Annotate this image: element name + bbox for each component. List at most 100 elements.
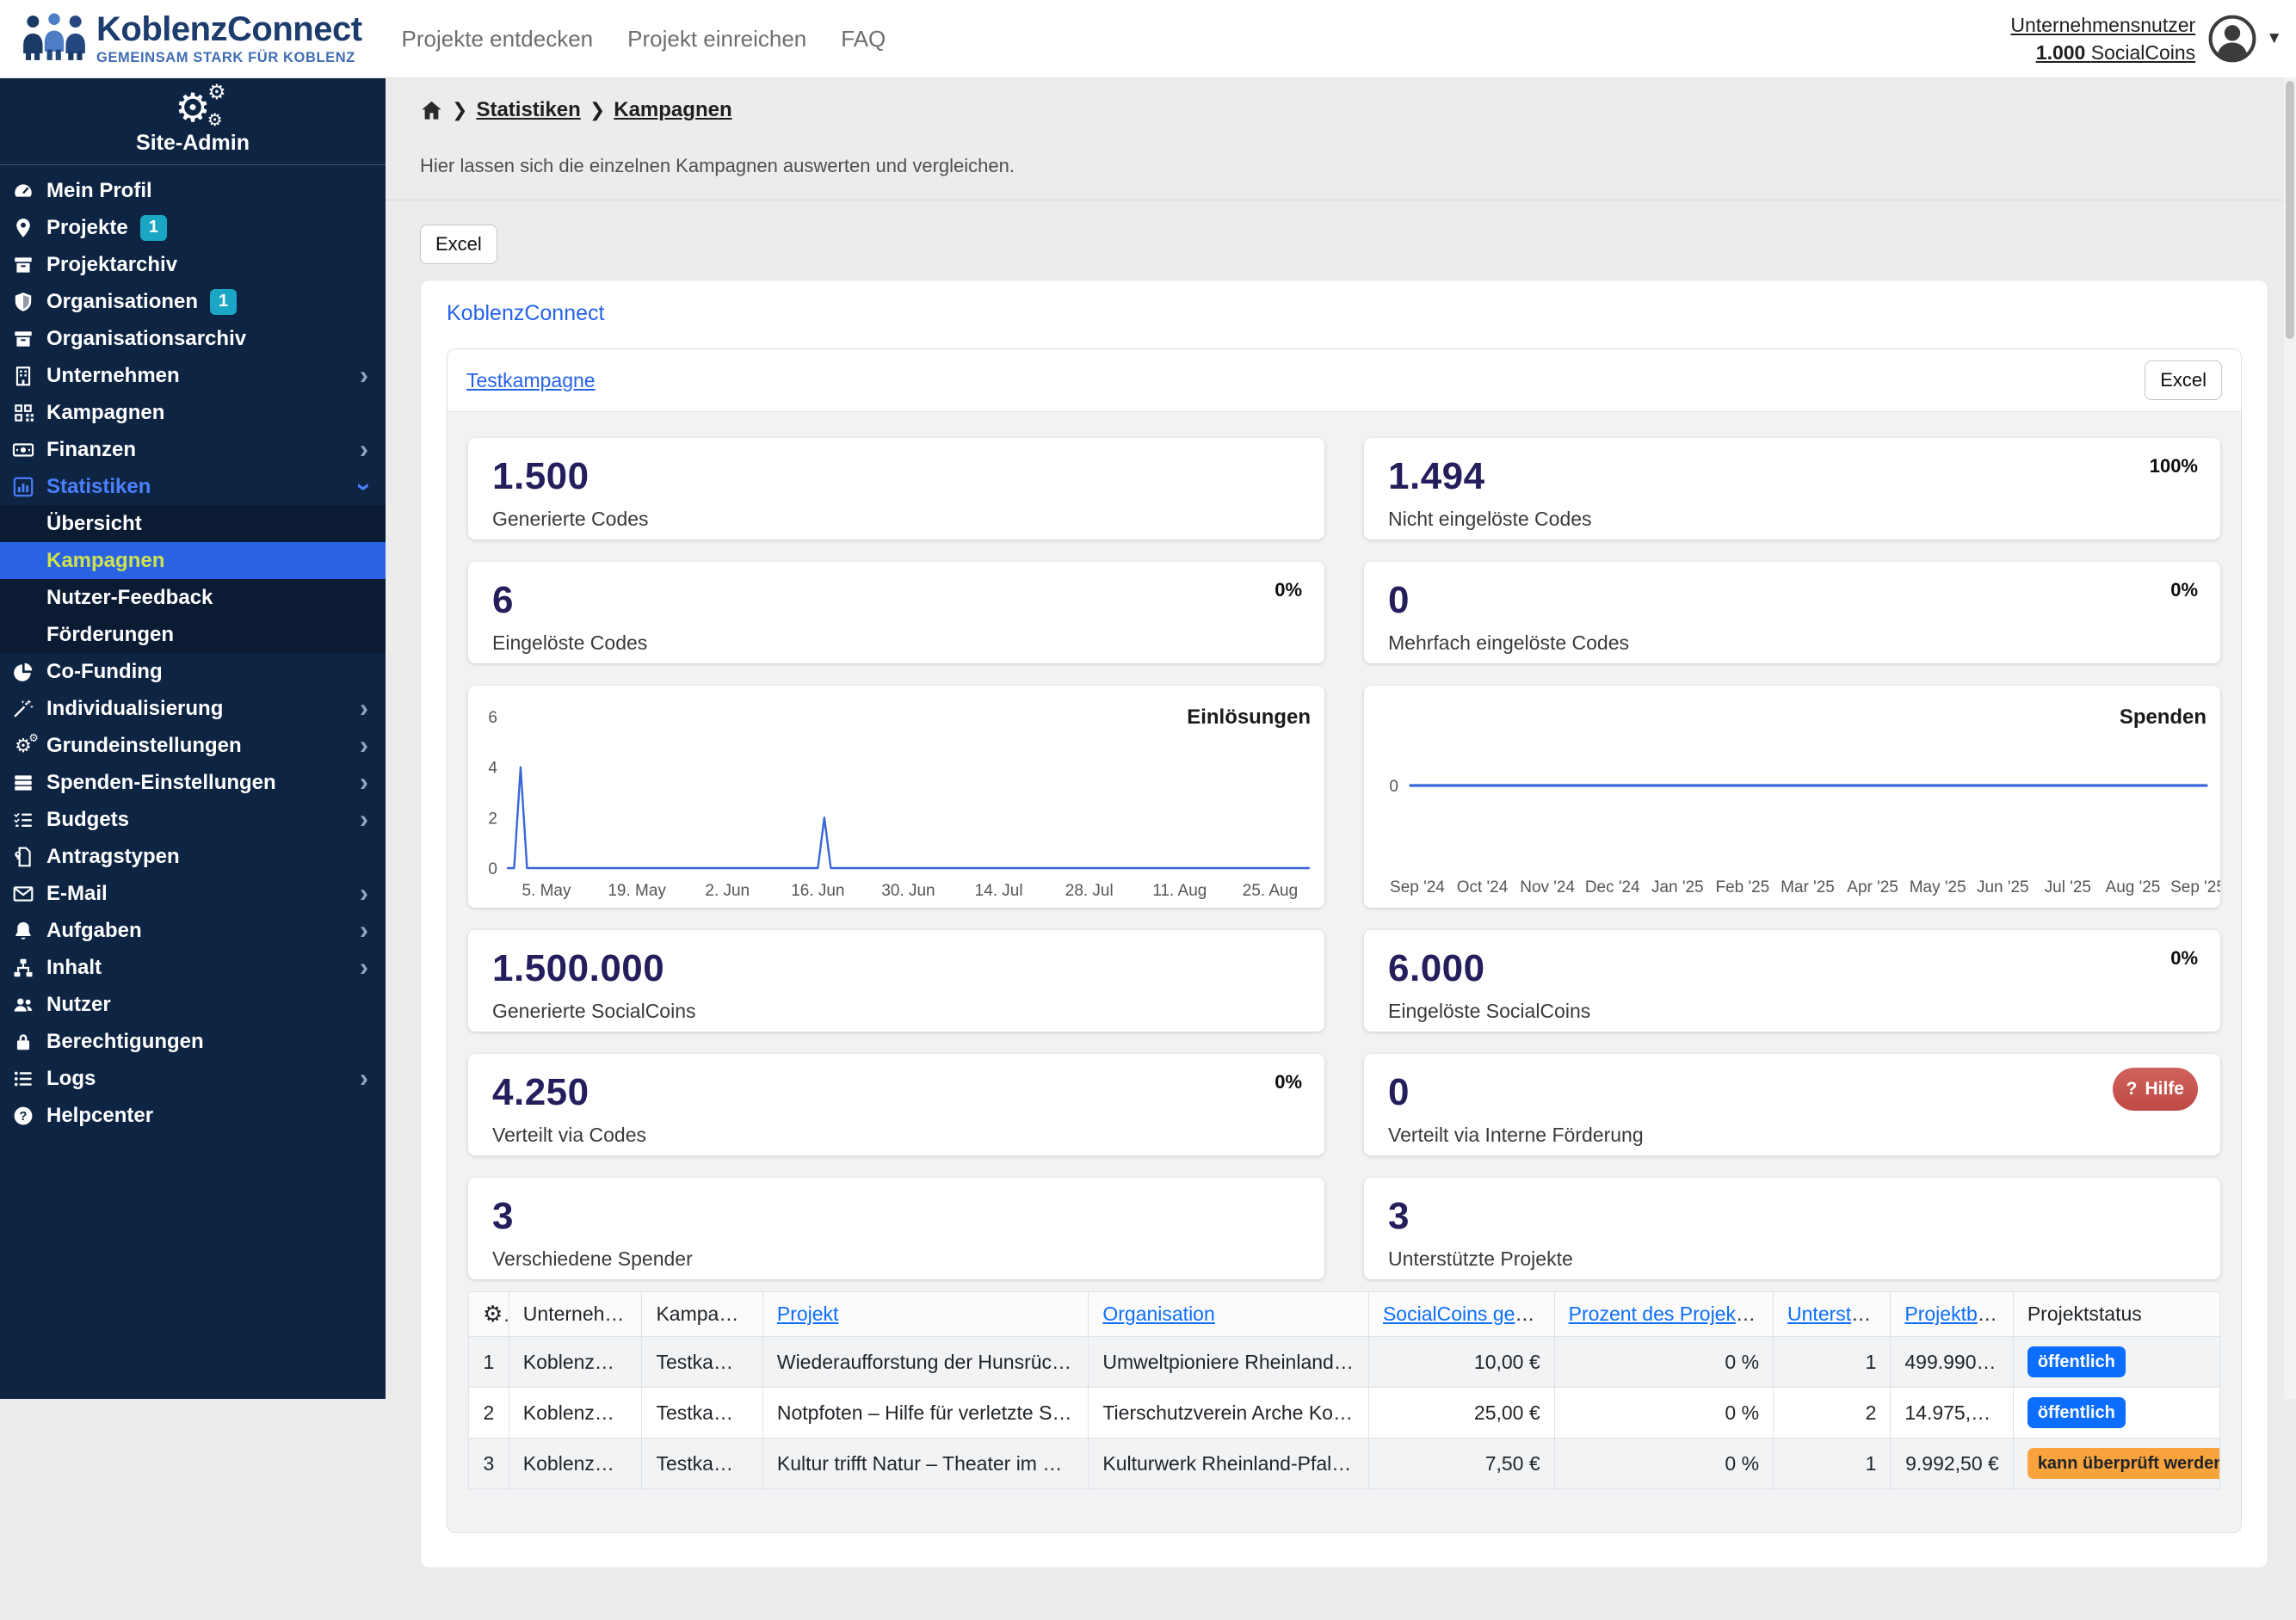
svg-text:Sep '24: Sep '24 bbox=[1390, 878, 1445, 896]
status-badge: kann überprüft werden bbox=[2027, 1448, 2219, 1479]
stat-card: 0% 6.000 Eingelöste SocialCoins bbox=[1364, 930, 2220, 1032]
stat-value: 0 bbox=[1388, 579, 1410, 621]
cell-gespendet: 10,00 € bbox=[1367, 1336, 1555, 1388]
rows-icon bbox=[12, 772, 34, 794]
projects-table: ⚙ Unternehmen Kampagne Projekt Organisation S… bbox=[468, 1291, 2221, 1489]
column-header-bedarf[interactable]: Projektbedarf bbox=[1890, 1291, 2014, 1337]
sidebar-item-label: Helpcenter bbox=[46, 1103, 154, 1127]
svg-text:Einlösungen: Einlösungen bbox=[1187, 705, 1311, 729]
svg-text:11. Aug: 11. Aug bbox=[1152, 882, 1207, 900]
sidebar-item-logs[interactable]: Logs › bbox=[0, 1060, 386, 1097]
app-logo[interactable]: KoblenzConnect GEMEINSAM STARK FÜR KOBLE… bbox=[22, 11, 362, 67]
column-header-projekt[interactable]: Projekt bbox=[762, 1291, 1089, 1337]
sidebar-item-budgets[interactable]: Budgets › bbox=[0, 801, 386, 838]
stat-card: 100% 1.494 Nicht eingelöste Codes bbox=[1364, 438, 2220, 539]
column-header-unterstuetzer[interactable]: Unterstützer bbox=[1773, 1291, 1892, 1337]
table-settings-gear-icon[interactable]: ⚙ bbox=[468, 1291, 509, 1337]
stat-card: 3 Unterstützte Projekte bbox=[1364, 1178, 2220, 1279]
campaign-card-body: 1.500 Generierte Codes 100% 1.494 Nicht eing… bbox=[447, 411, 2241, 1532]
sidebar-subitem-nutzer-feedback[interactable]: Nutzer-Feedback bbox=[0, 579, 386, 616]
sidebar-item-e-mail[interactable]: E-Mail › bbox=[0, 875, 386, 912]
stat-label: Verteilt via Codes bbox=[492, 1124, 646, 1147]
column-header-gespendet[interactable]: SocialCoins gespendet bbox=[1367, 1291, 1555, 1337]
sidebar-item-projektarchiv[interactable]: Projektarchiv bbox=[0, 246, 386, 283]
sidebar-item-individualisierung[interactable]: Individualisierung › bbox=[0, 690, 386, 727]
sidebar-item-co-funding[interactable]: Co-Funding bbox=[0, 653, 386, 690]
column-header-unternehmen: Unternehmen bbox=[508, 1291, 643, 1337]
scrollbar-track[interactable] bbox=[2284, 77, 2296, 1399]
cell-prozent: 0 % bbox=[1553, 1336, 1774, 1388]
stat-card: 0% 0 Mehrfach eingelöste Codes bbox=[1364, 562, 2220, 663]
breadcrumb-separator: ❯ bbox=[589, 99, 606, 120]
sidebar-item-nutzer[interactable]: Nutzer bbox=[0, 986, 386, 1023]
user-name-link[interactable]: Unternehmensnutzer bbox=[2010, 14, 2195, 36]
sidebar-item-unternehmen[interactable]: Unternehmen › bbox=[0, 357, 386, 394]
mail-icon bbox=[12, 883, 34, 905]
top-nav-link-1[interactable]: Projekt einreichen bbox=[627, 26, 806, 52]
cell-bedarf: 499.990,00 € bbox=[1890, 1336, 2014, 1388]
sidebar-item-finanzen[interactable]: Finanzen › bbox=[0, 431, 386, 468]
sidebar-item-mein-profil[interactable]: Mein Profil bbox=[0, 172, 386, 209]
sidebar-item-kampagnen[interactable]: Kampagnen bbox=[0, 394, 386, 431]
sidebar-item-organisationen[interactable]: Organisationen 1 bbox=[0, 283, 386, 320]
svg-text:2. Jun: 2. Jun bbox=[705, 882, 750, 900]
sidebar-item-organisationsarchiv[interactable]: Organisationsarchiv bbox=[0, 320, 386, 357]
sidebar-item-statistiken[interactable]: Statistiken › bbox=[0, 468, 386, 505]
stat-value: 3 bbox=[492, 1195, 514, 1237]
sort-link-projekt[interactable]: Projekt bbox=[777, 1303, 839, 1325]
sidebar-item-label: Individualisierung bbox=[46, 696, 224, 720]
sidebar-item-aufgaben[interactable]: Aufgaben › bbox=[0, 912, 386, 949]
stat-label: Verschiedene Spender bbox=[492, 1247, 693, 1271]
cell-projekt: Notpfoten – Hilfe für verletzte Straßenk… bbox=[762, 1387, 1089, 1438]
sort-link-bedarf[interactable]: Projektbedarf bbox=[1904, 1303, 2012, 1325]
cell-unterstuetzer: 1 bbox=[1773, 1438, 1892, 1489]
sort-link-unterstuetzer[interactable]: Unterstützer bbox=[1787, 1303, 1890, 1325]
help-button[interactable]: ? Hilfe bbox=[2112, 1068, 2198, 1111]
cell-projekt: Kultur trifft Natur – Theater im Grünen bbox=[762, 1438, 1089, 1489]
sidebar-item-grundeinstellungen[interactable]: ⚙ ⚙ Grundeinstellungen › bbox=[0, 727, 386, 764]
chevron-right-icon: › bbox=[360, 767, 368, 797]
gears-icon: ⚙ ⚙ ⚙ bbox=[175, 81, 226, 130]
column-header-organisation[interactable]: Organisation bbox=[1088, 1291, 1369, 1337]
top-header: KoblenzConnect GEMEINSAM STARK FÜR KOBLE… bbox=[0, 0, 2296, 78]
chevron-down-icon: ▼ bbox=[2266, 29, 2282, 47]
lock-icon bbox=[12, 1031, 34, 1053]
svg-text:Feb '25: Feb '25 bbox=[1716, 878, 1770, 896]
sort-link-prozent[interactable]: Prozent des Projektbedarfs bbox=[1569, 1303, 1773, 1325]
sidebar-item-helpcenter[interactable]: ? Helpcenter bbox=[0, 1097, 386, 1134]
campaign-card: Testkampagne Excel 1.500 Generierte Codes… bbox=[447, 348, 2242, 1533]
sidebar-item-projekte[interactable]: Projekte 1 bbox=[0, 209, 386, 246]
sidebar-subitem-übersicht[interactable]: Übersicht bbox=[0, 505, 386, 542]
sidebar-item-antragstypen[interactable]: Antragstypen bbox=[0, 838, 386, 875]
coins-line: 1.000 SocialCoins bbox=[2010, 39, 2195, 66]
stat-percentage: 0% bbox=[2170, 947, 2198, 969]
avatar[interactable] bbox=[2207, 14, 2257, 64]
campaign-title-link[interactable]: Testkampagne bbox=[466, 369, 596, 392]
sort-link-gespendet[interactable]: SocialCoins gespendet bbox=[1383, 1303, 1553, 1325]
top-nav-link-2[interactable]: FAQ bbox=[841, 26, 886, 52]
top-nav-link-0[interactable]: Projekte entdecken bbox=[402, 26, 594, 52]
column-header-prozent[interactable]: Prozent des Projektbedarfs bbox=[1553, 1291, 1774, 1337]
campaign-excel-button[interactable]: Excel bbox=[2145, 360, 2222, 400]
company-title-link[interactable]: KoblenzConnect bbox=[447, 301, 604, 325]
logo-subtitle: GEMEINSAM STARK FÜR KOBLENZ bbox=[96, 49, 355, 65]
cell-unternehmen: KoblenzConnect bbox=[508, 1336, 643, 1388]
pin-icon bbox=[12, 217, 34, 239]
excel-export-button[interactable]: Excel bbox=[420, 225, 497, 264]
sidebar-item-spenden-einstellungen[interactable]: Spenden-Einstellungen › bbox=[0, 764, 386, 801]
stat-card: 0% 6 Eingelöste Codes bbox=[468, 562, 1324, 663]
breadcrumb-statistiken[interactable]: Statistiken bbox=[476, 98, 580, 122]
sidebar-item-label: Nutzer bbox=[46, 992, 111, 1016]
sidebar-item-label: Budgets bbox=[46, 807, 129, 831]
svg-text:Spenden: Spenden bbox=[2120, 705, 2207, 729]
sidebar-subitem-förderungen[interactable]: Förderungen bbox=[0, 616, 386, 653]
sidebar-subitem-kampagnen[interactable]: Kampagnen bbox=[0, 542, 386, 579]
help-icon: ? bbox=[12, 1105, 34, 1127]
scrollbar-thumb[interactable] bbox=[2286, 81, 2294, 339]
sidebar-item-inhalt[interactable]: Inhalt › bbox=[0, 949, 386, 986]
home-icon[interactable] bbox=[420, 99, 443, 122]
sort-link-organisation[interactable]: Organisation bbox=[1102, 1303, 1214, 1325]
breadcrumb-kampagnen[interactable]: Kampagnen bbox=[614, 98, 731, 122]
svg-text:2: 2 bbox=[488, 810, 497, 828]
sidebar-item-berechtigungen[interactable]: Berechtigungen bbox=[0, 1023, 386, 1060]
